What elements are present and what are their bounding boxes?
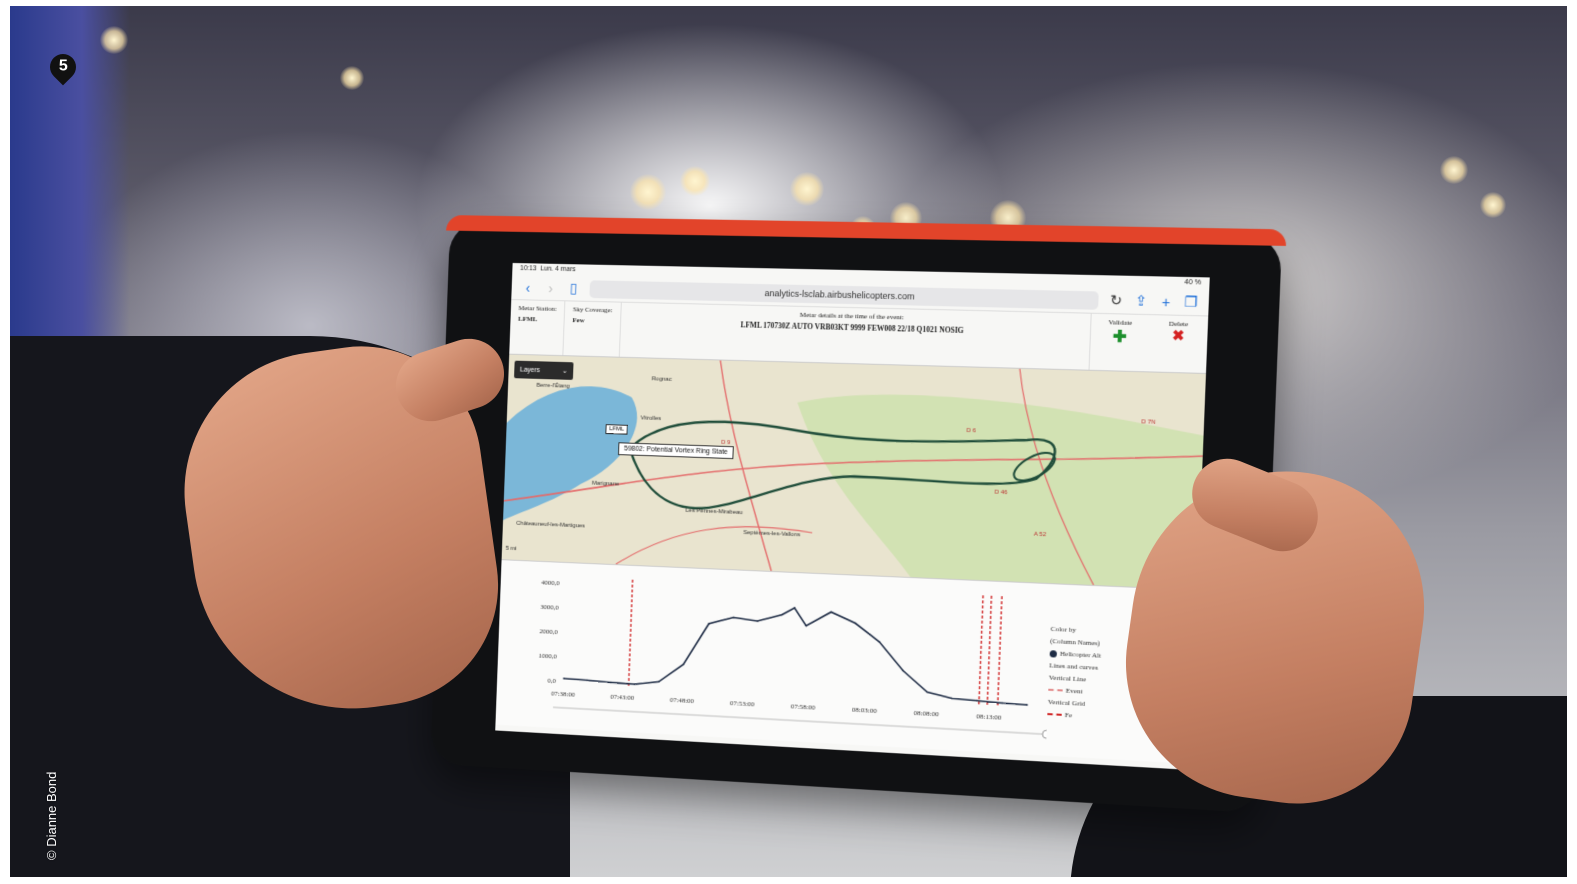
series-dot-icon xyxy=(1049,650,1058,658)
chevron-down-icon: ⌄ xyxy=(561,367,568,375)
sky-coverage-label: Sky Coverage: xyxy=(572,305,613,315)
photo-credit: © Dianne Bond xyxy=(44,771,59,860)
x-tick-label: 08:13:00 xyxy=(976,713,1002,722)
x-tick-label: 08:03:00 xyxy=(852,707,878,715)
altitude-line xyxy=(564,597,1031,705)
battery-indicator: 40 % xyxy=(1184,278,1202,287)
metar-station-cell: Metar Station: LFML xyxy=(509,300,566,356)
dash-icon xyxy=(1047,713,1062,717)
road-label: D 46 xyxy=(994,489,1008,497)
bokeh-light xyxy=(1480,192,1506,218)
layers-dropdown[interactable]: Layers ⌄ xyxy=(514,360,574,380)
road-label: D 7N xyxy=(1141,419,1156,426)
legend-series-label: Helicopter Alt xyxy=(1059,649,1102,660)
altitude-chart: 4000,0 3000,0 2000,0 1000,0 0,0 07:38:00 07:43… xyxy=(495,559,1198,764)
sky-coverage-value: Few xyxy=(572,316,585,325)
x-tick-label: 07:43:00 xyxy=(610,694,635,702)
sky-coverage-cell: Sky Coverage: Few xyxy=(563,301,622,357)
x-tick-label: 07:53:00 xyxy=(730,700,755,708)
map-scale: 5 mi xyxy=(505,545,517,553)
event-line xyxy=(998,596,1002,707)
road-label: A 52 xyxy=(1033,531,1047,539)
y-tick-label: 2000,0 xyxy=(539,628,558,636)
map-graphic xyxy=(502,355,1206,590)
flight-map[interactable]: Layers ⌄ LFML 59802: Potential Vortex Rin… xyxy=(501,354,1206,590)
x-tick-label: 07:48:00 xyxy=(670,697,695,705)
share-icon[interactable]: ⇪ xyxy=(1133,292,1148,310)
new-tab-icon[interactable]: + xyxy=(1158,293,1173,310)
y-tick-label: 0,0 xyxy=(547,678,556,685)
dash-icon xyxy=(1048,689,1063,692)
bokeh-light xyxy=(680,166,710,196)
status-time: 10:13 xyxy=(519,265,537,273)
layers-label: Layers xyxy=(519,366,541,374)
event-line xyxy=(979,595,983,706)
y-tick-label: 3000,0 xyxy=(540,604,559,612)
delete-button[interactable]: Delete ✖ xyxy=(1148,315,1209,373)
back-icon[interactable]: ‹ xyxy=(521,279,535,295)
chart-canvas: 4000,0 3000,0 2000,0 1000,0 0,0 07:38:00 07:43… xyxy=(538,560,1052,756)
map-place-label: Marignane xyxy=(591,480,620,488)
metar-station-label: Metar Station: xyxy=(518,304,557,313)
y-tick-label: 1000,0 xyxy=(538,653,557,661)
map-place-label: Berre-l'Étang xyxy=(536,382,570,390)
tablet-screen: 10:13 Lun. 4 mars 40 % ‹ › ▯ analytics-l… xyxy=(495,262,1210,770)
road-label: D 9 xyxy=(721,439,731,447)
chart-scrollbar-track xyxy=(553,707,1047,734)
validate-button[interactable]: Validate ✚ xyxy=(1090,314,1150,372)
bokeh-light xyxy=(340,66,364,90)
x-tick-label: 07:58:00 xyxy=(791,703,816,711)
bookmarks-icon[interactable]: ▯ xyxy=(566,280,580,297)
bokeh-light xyxy=(100,26,128,54)
photo-number: 5 xyxy=(58,58,68,75)
map-place-label: Vitrolles xyxy=(640,415,662,423)
map-place-label: Rognac xyxy=(651,376,672,383)
airport-tag: LFML xyxy=(605,424,629,435)
x-tick-label: 07:38:00 xyxy=(551,690,575,698)
event-line xyxy=(629,580,633,688)
legend-event-label: Event xyxy=(1065,686,1083,696)
event-line xyxy=(987,596,991,707)
x-tick-label: 08:08:00 xyxy=(914,710,940,719)
cross-icon: ✖ xyxy=(1171,328,1185,345)
bokeh-light xyxy=(790,172,824,206)
road-label: D 6 xyxy=(966,427,977,435)
plus-icon: ✚ xyxy=(1112,328,1128,347)
bokeh-light xyxy=(1440,156,1468,184)
reload-icon[interactable]: ↻ xyxy=(1108,292,1123,310)
metar-station-value: LFML xyxy=(517,314,538,324)
url-text: analytics-lsclab.airbushelicopters.com xyxy=(764,287,915,301)
tabs-icon[interactable]: ❐ xyxy=(1183,293,1198,311)
status-date: Lun. 4 mars xyxy=(540,265,576,274)
y-tick-label: 4000,0 xyxy=(541,579,560,587)
forward-icon[interactable]: › xyxy=(544,280,558,296)
road xyxy=(713,360,780,570)
legend-fe-label: Fe xyxy=(1064,710,1073,720)
chart-scroll-handle xyxy=(1042,730,1051,739)
bokeh-light xyxy=(630,174,666,210)
